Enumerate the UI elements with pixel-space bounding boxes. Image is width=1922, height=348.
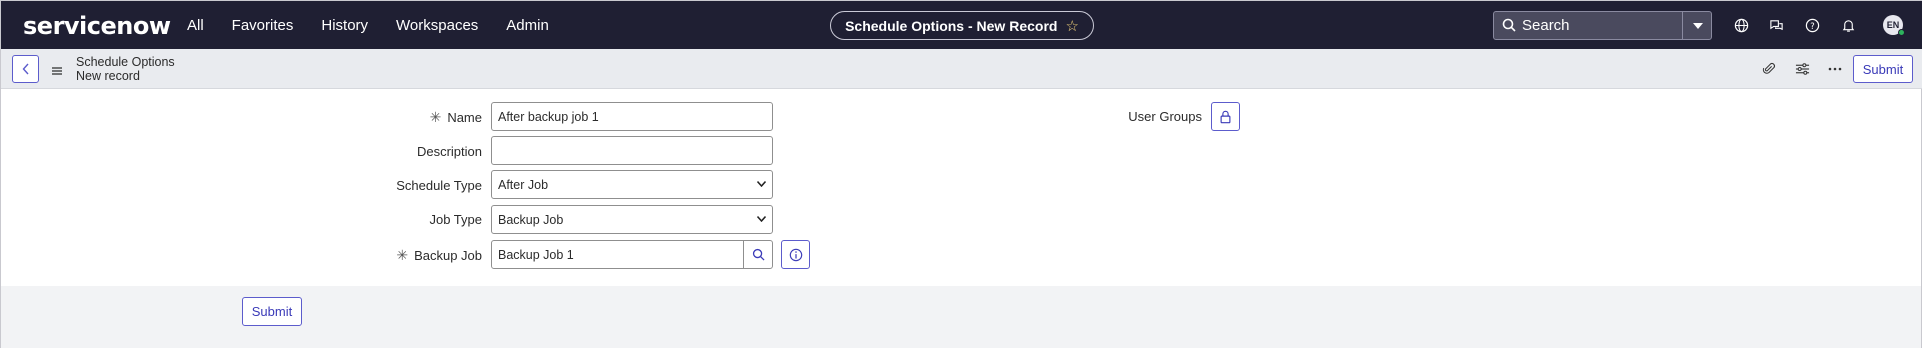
settings-sliders-icon[interactable] bbox=[1793, 60, 1811, 78]
form-title: Schedule Options New record bbox=[76, 55, 175, 83]
schedule-type-select[interactable]: After Job bbox=[491, 170, 773, 199]
nav-all[interactable]: All bbox=[187, 17, 204, 34]
user-groups-label: User Groups bbox=[1128, 109, 1202, 124]
back-button[interactable] bbox=[12, 55, 39, 83]
form-title-table: Schedule Options bbox=[76, 55, 175, 69]
chevron-down-icon bbox=[757, 181, 766, 187]
search-label: Search bbox=[1522, 17, 1570, 34]
schedule-type-value: After Job bbox=[498, 177, 549, 192]
nav-links: All Favorites History Workspaces Admin bbox=[187, 1, 577, 49]
backup-job-reference-input[interactable]: Backup Job 1 bbox=[491, 240, 744, 269]
chevron-left-icon bbox=[22, 63, 29, 75]
name-input[interactable]: After backup job 1 bbox=[491, 102, 773, 131]
search-scope-dropdown[interactable] bbox=[1682, 11, 1712, 40]
top-nav: servicenow All Favorites History Workspa… bbox=[1, 1, 1922, 49]
search-icon bbox=[1502, 18, 1516, 37]
globe-icon[interactable] bbox=[1732, 16, 1750, 34]
chat-icon[interactable] bbox=[1767, 16, 1785, 34]
required-asterisk-icon: ✳ bbox=[396, 247, 409, 263]
chevron-down-icon bbox=[1692, 22, 1703, 29]
servicenow-logo[interactable]: servicenow bbox=[23, 12, 171, 40]
form-title-record: New record bbox=[76, 69, 140, 83]
record-title-pill[interactable]: Schedule Options - New Record ☆ bbox=[830, 11, 1094, 40]
preview-record-button[interactable] bbox=[781, 240, 810, 269]
paperclip-icon[interactable] bbox=[1760, 60, 1778, 78]
lookup-button[interactable] bbox=[743, 240, 773, 269]
more-options-icon[interactable] bbox=[1826, 60, 1844, 78]
context-menu-icon[interactable] bbox=[51, 63, 63, 81]
search-icon bbox=[752, 248, 765, 261]
nav-history[interactable]: History bbox=[321, 17, 368, 34]
submit-button-header[interactable]: Submit bbox=[1853, 55, 1913, 83]
help-icon[interactable]: ? bbox=[1803, 16, 1821, 34]
description-input[interactable] bbox=[491, 136, 773, 165]
description-label: Description bbox=[416, 144, 482, 159]
online-status-indicator bbox=[1898, 29, 1905, 36]
job-type-value: Backup Job bbox=[498, 212, 564, 227]
chevron-down-icon bbox=[757, 216, 766, 222]
job-type-label: Job Type bbox=[429, 212, 482, 227]
record-title: Schedule Options - New Record bbox=[845, 17, 1058, 34]
user-avatar[interactable]: EN bbox=[1883, 15, 1905, 36]
nav-workspaces[interactable]: Workspaces bbox=[396, 17, 478, 34]
nav-admin[interactable]: Admin bbox=[506, 17, 549, 34]
notifications-bell-icon[interactable] bbox=[1839, 16, 1857, 34]
unlock-user-groups-button[interactable] bbox=[1211, 102, 1240, 131]
nav-favorites[interactable]: Favorites bbox=[232, 17, 294, 34]
job-type-select[interactable]: Backup Job bbox=[491, 205, 773, 234]
star-icon[interactable]: ☆ bbox=[1065, 17, 1078, 35]
svg-text:?: ? bbox=[1810, 20, 1814, 30]
schedule-type-label: Schedule Type bbox=[396, 178, 482, 193]
form-header: Schedule Options New record Submit bbox=[1, 49, 1922, 89]
info-icon bbox=[789, 248, 802, 261]
required-asterisk-icon: ✳ bbox=[429, 109, 442, 125]
submit-button-footer[interactable]: Submit bbox=[242, 297, 302, 326]
global-search-input[interactable]: Search bbox=[1493, 11, 1712, 40]
backup-job-label: ✳ Backup Job bbox=[396, 247, 482, 263]
lock-icon bbox=[1220, 110, 1231, 123]
avatar-initials: EN bbox=[1886, 20, 1900, 30]
name-label: ✳ Name bbox=[429, 109, 482, 125]
